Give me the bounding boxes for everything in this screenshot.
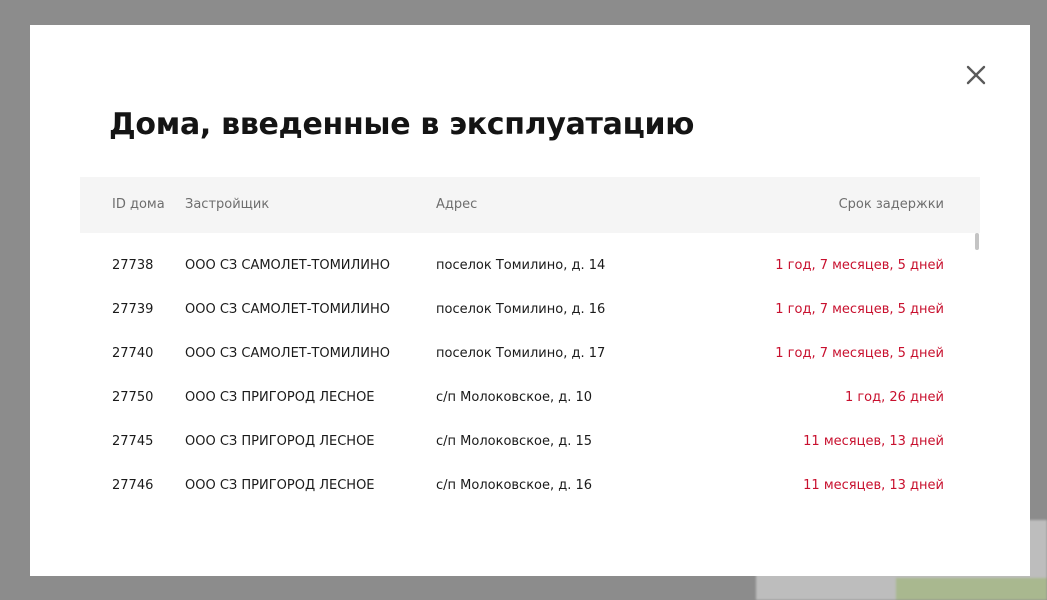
row-developer: ООО СЗ САМОЛЕТ-ТОМИЛИНО — [185, 258, 391, 273]
row-delay: 1 год, 7 месяцев, 5 дней — [775, 346, 944, 361]
table-row: 27739 ООО СЗ САМОЛЕТ-ТОМИЛИНО поселок То… — [80, 290, 980, 334]
table-row: 27750 ООО СЗ ПРИГОРОД ЛЕСНОЕ с/п Молоков… — [80, 378, 980, 422]
close-icon — [966, 65, 986, 85]
table-scrollbar[interactable] — [975, 233, 979, 250]
row-id: 27738 — [112, 258, 154, 273]
background-highlight — [896, 578, 1047, 600]
row-address: с/п Молоковское, д. 16 — [436, 478, 593, 493]
table-header: ID дома Застройщик Адрес Срок задержки — [80, 177, 980, 233]
row-developer: ООО СЗ ПРИГОРОД ЛЕСНОЕ — [185, 434, 375, 449]
table-body[interactable]: 27738 ООО СЗ САМОЛЕТ-ТОМИЛИНО поселок То… — [80, 233, 980, 510]
header-address: Адрес — [436, 197, 478, 212]
row-id: 27745 — [112, 434, 154, 449]
row-developer: ООО СЗ ПРИГОРОД ЛЕСНОЕ — [185, 478, 375, 493]
row-delay: 1 год, 26 дней — [844, 390, 944, 405]
table-row: 27746 ООО СЗ ПРИГОРОД ЛЕСНОЕ с/п Молоков… — [80, 466, 980, 510]
row-id: 27739 — [112, 302, 154, 317]
modal-dialog: Дома, введенные в эксплуатацию ID дома З… — [30, 25, 1030, 576]
row-address: поселок Томилино, д. 17 — [436, 346, 606, 361]
modal-title: Дома, введенные в эксплуатацию — [109, 107, 695, 142]
row-delay: 11 месяцев, 13 дней — [803, 434, 944, 449]
close-button[interactable] — [965, 64, 987, 86]
row-developer: ООО СЗ САМОЛЕТ-ТОМИЛИНО — [185, 302, 391, 317]
row-developer: ООО СЗ ПРИГОРОД ЛЕСНОЕ — [185, 390, 375, 405]
table-row: 27745 ООО СЗ ПРИГОРОД ЛЕСНОЕ с/п Молоков… — [80, 422, 980, 466]
table-row: 27738 ООО СЗ САМОЛЕТ-ТОМИЛИНО поселок То… — [80, 246, 980, 290]
row-developer: ООО СЗ САМОЛЕТ-ТОМИЛИНО — [185, 346, 391, 361]
table-row: 27740 ООО СЗ САМОЛЕТ-ТОМИЛИНО поселок То… — [80, 334, 980, 378]
row-id: 27750 — [112, 390, 154, 405]
row-delay: 1 год, 7 месяцев, 5 дней — [775, 258, 944, 273]
row-address: поселок Томилино, д. 16 — [436, 302, 606, 317]
row-address: с/п Молоковское, д. 15 — [436, 434, 593, 449]
row-address: с/п Молоковское, д. 10 — [436, 390, 593, 405]
row-delay: 1 год, 7 месяцев, 5 дней — [775, 302, 944, 317]
row-delay: 11 месяцев, 13 дней — [803, 478, 944, 493]
header-delay: Срок задержки — [838, 197, 944, 212]
row-id: 27740 — [112, 346, 154, 361]
header-id: ID дома — [112, 197, 165, 212]
row-id: 27746 — [112, 478, 154, 493]
row-address: поселок Томилино, д. 14 — [436, 258, 606, 273]
houses-table: ID дома Застройщик Адрес Срок задержки 2… — [80, 177, 980, 510]
header-developer: Застройщик — [185, 197, 270, 212]
